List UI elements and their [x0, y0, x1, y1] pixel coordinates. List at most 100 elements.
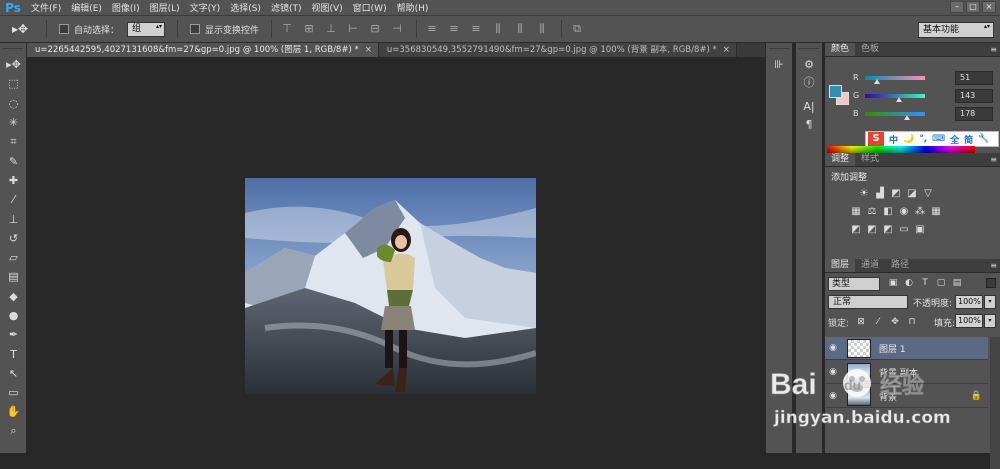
- blue-value-field[interactable]: 178: [955, 107, 993, 121]
- show-transform-checkbox[interactable]: [190, 24, 201, 34]
- dodge-tool-icon[interactable]: ●: [0, 306, 27, 325]
- blue-slider-knob[interactable]: [904, 115, 910, 120]
- panel-menu-icon[interactable]: ≡: [990, 155, 997, 164]
- menu-type[interactable]: 文字(Y): [185, 1, 226, 14]
- align-hcenter-icon[interactable]: ⊟: [368, 23, 382, 35]
- minimize-button[interactable]: –: [950, 1, 964, 13]
- align-right-icon[interactable]: ⊣: [390, 23, 404, 35]
- distribute-right-icon[interactable]: ⫼: [535, 23, 549, 35]
- tab-styles[interactable]: 样式: [855, 153, 885, 166]
- filter-type-icon[interactable]: T: [919, 277, 931, 289]
- levels-icon[interactable]: ▟: [873, 187, 887, 200]
- magic-wand-tool-icon[interactable]: ✳: [0, 113, 27, 132]
- eraser-tool-icon[interactable]: ▱: [0, 248, 27, 267]
- align-top-icon[interactable]: ⊤: [280, 23, 294, 35]
- maximize-button[interactable]: □: [966, 1, 980, 13]
- foreground-color-swatch[interactable]: [829, 85, 842, 98]
- filter-pixel-icon[interactable]: ▣: [887, 277, 899, 289]
- info-icon[interactable]: ⓘ: [796, 73, 822, 91]
- close-tab-icon[interactable]: ×: [723, 45, 730, 55]
- dock-grip[interactable]: [769, 43, 789, 49]
- menu-edit[interactable]: 编辑(E): [66, 1, 107, 14]
- document-tab-2[interactable]: u=356830549,3552791490&fm=27&gp=0.jpg @ …: [378, 43, 737, 57]
- blend-mode-dropdown[interactable]: 正常: [828, 295, 908, 309]
- eyedropper-tool-icon[interactable]: ✎: [0, 151, 27, 170]
- gradient-tool-icon[interactable]: ▤: [0, 267, 27, 286]
- lock-all-icon[interactable]: ⊓: [906, 316, 918, 328]
- filter-toggle[interactable]: [986, 278, 996, 288]
- ime-mode-chinese[interactable]: 中: [889, 133, 898, 146]
- document-image[interactable]: [245, 178, 536, 394]
- menu-help[interactable]: 帮助(H): [392, 1, 434, 14]
- ime-keyboard-icon[interactable]: ⌨: [932, 134, 945, 144]
- panel-menu-icon[interactable]: ≡: [990, 261, 997, 270]
- workspace-dropdown[interactable]: 基本功能: [918, 22, 994, 38]
- visibility-eye-icon[interactable]: ◉: [825, 367, 841, 377]
- document-tab-1[interactable]: u=2265442595,4027131608&fm=27&gp=0.jpg @…: [27, 43, 379, 57]
- ime-toolbar[interactable]: S 中 🌙 °, ⌨ 全 简 🔧: [865, 131, 999, 147]
- tools-grip[interactable]: [3, 43, 23, 49]
- dock-grip[interactable]: [799, 43, 819, 49]
- ime-fullwidth[interactable]: 全: [950, 133, 959, 146]
- green-slider-knob[interactable]: [895, 97, 902, 102]
- gradient-map-icon[interactable]: ▭: [897, 223, 911, 236]
- auto-select-dropdown[interactable]: 组: [127, 21, 166, 37]
- history-icon[interactable]: ⊪: [766, 55, 792, 73]
- menu-filter[interactable]: 滤镜(T): [266, 1, 307, 14]
- lasso-tool-icon[interactable]: ◌: [0, 94, 27, 113]
- curves-icon[interactable]: ◩: [889, 187, 903, 200]
- posterize-icon[interactable]: ◩: [865, 223, 879, 236]
- visibility-eye-icon[interactable]: ◉: [825, 343, 841, 353]
- filter-smart-object-icon[interactable]: ▤: [951, 277, 963, 289]
- layer-row-background[interactable]: ◉ 背景 🔒: [825, 385, 988, 408]
- filter-shape-icon[interactable]: ▢: [935, 277, 947, 289]
- align-left-icon[interactable]: ⊢: [346, 23, 360, 35]
- sogou-logo-icon[interactable]: S: [868, 132, 884, 146]
- distribute-vcenter-icon[interactable]: ≡: [447, 23, 461, 35]
- menu-image[interactable]: 图像(I): [107, 1, 145, 14]
- properties-icon[interactable]: ⚙: [796, 55, 822, 73]
- opacity-field[interactable]: 100%: [955, 295, 983, 309]
- selective-color-icon[interactable]: ▣: [913, 223, 927, 236]
- filter-adjustment-icon[interactable]: ◐: [903, 277, 915, 289]
- ime-punctuation-icon[interactable]: °,: [919, 134, 927, 144]
- tab-layers[interactable]: 图层: [825, 259, 856, 272]
- rectangle-tool-icon[interactable]: ▭: [0, 383, 27, 402]
- layer-row-background-copy[interactable]: ◉ 背景 副本: [825, 361, 988, 384]
- green-value-field[interactable]: 143: [955, 89, 993, 103]
- black-white-icon[interactable]: ◧: [881, 205, 895, 218]
- history-brush-tool-icon[interactable]: ↺: [0, 229, 27, 248]
- exposure-icon[interactable]: ◪: [905, 187, 919, 200]
- ime-settings-icon[interactable]: 🔧: [978, 134, 989, 144]
- tab-color[interactable]: 颜色: [825, 43, 856, 56]
- auto-select-checkbox[interactable]: [59, 24, 69, 34]
- tab-adjustments[interactable]: 调整: [825, 153, 856, 166]
- auto-align-icon[interactable]: ⧉: [570, 23, 584, 35]
- color-lookup-icon[interactable]: ▦: [929, 205, 943, 218]
- move-tool-icon[interactable]: ▸✥: [0, 55, 27, 74]
- menu-view[interactable]: 视图(V): [306, 1, 347, 14]
- align-bottom-icon[interactable]: ⊥: [324, 23, 338, 35]
- type-tool-icon[interactable]: T: [0, 344, 27, 363]
- distribute-left-icon[interactable]: ⫼: [491, 23, 505, 35]
- healing-brush-tool-icon[interactable]: ✚: [0, 171, 27, 190]
- fill-dropdown-button[interactable]: ▾: [984, 314, 996, 328]
- lock-transparency-icon[interactable]: ⊠: [855, 316, 867, 328]
- lock-pixels-icon[interactable]: ⁄: [872, 316, 884, 328]
- marquee-tool-icon[interactable]: ⬚: [0, 74, 27, 93]
- tab-swatches[interactable]: 色板: [855, 43, 885, 56]
- distribute-hcenter-icon[interactable]: ⫼: [513, 23, 527, 35]
- lock-position-icon[interactable]: ✥: [889, 316, 901, 328]
- brush-tool-icon[interactable]: ⁄: [0, 190, 27, 209]
- align-vcenter-icon[interactable]: ⊞: [302, 23, 316, 35]
- canvas-workspace[interactable]: [27, 57, 765, 453]
- ime-simplified[interactable]: 简: [964, 133, 973, 146]
- menu-select[interactable]: 选择(S): [225, 1, 266, 14]
- vibrance-icon[interactable]: ▽: [921, 187, 935, 200]
- close-tab-icon[interactable]: ×: [365, 45, 372, 55]
- red-slider-knob[interactable]: [874, 79, 880, 84]
- visibility-eye-icon[interactable]: ◉: [825, 391, 841, 401]
- distribute-top-icon[interactable]: ≡: [425, 23, 439, 35]
- menu-file[interactable]: 文件(F): [26, 1, 66, 14]
- blue-slider-track[interactable]: [865, 112, 925, 116]
